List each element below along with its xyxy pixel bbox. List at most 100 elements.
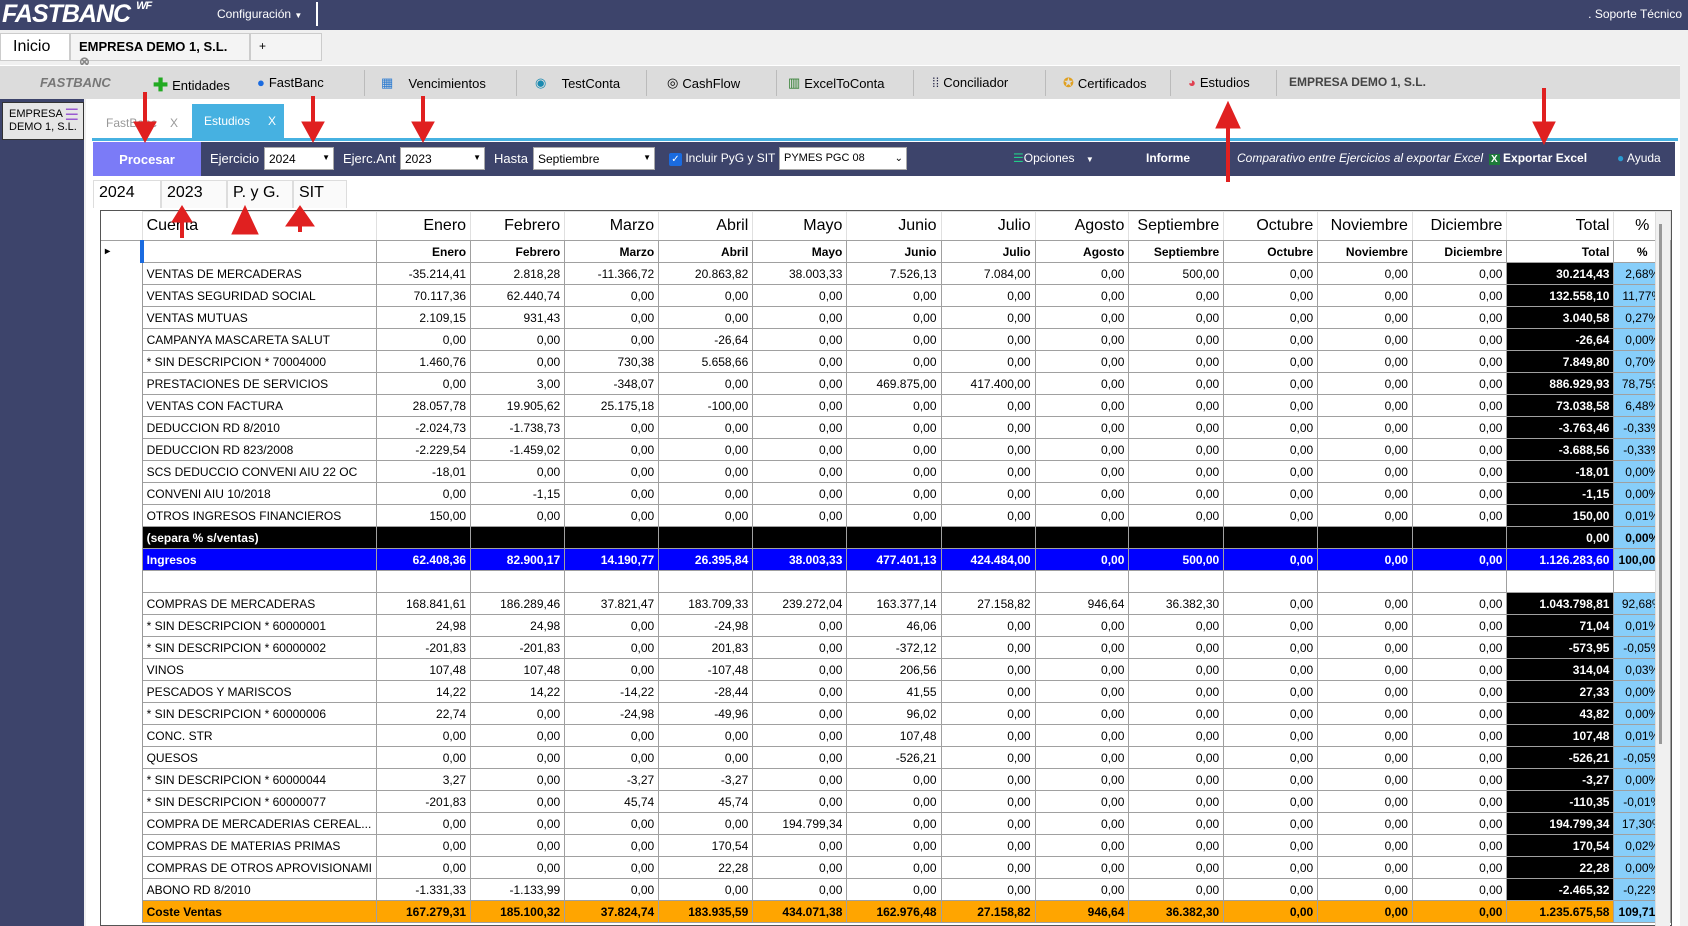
tab-inicio[interactable]: Inicio (0, 33, 70, 61)
table-row[interactable]: VENTAS MUTUAS 2.109,15 931,43 0,00 0,00 0,00 0… (101, 306, 1671, 329)
row-header[interactable] (101, 636, 143, 659)
row-header[interactable] (101, 900, 143, 923)
scrollbar-thumb[interactable] (1659, 224, 1662, 744)
row-header[interactable] (101, 746, 143, 769)
table-row[interactable]: Ingresos 62.408,36 82.900,17 14.190,77 26.39… (101, 548, 1671, 571)
table-row[interactable]: CONVENI AIU 10/2018 0,00 -1,15 0,00 0,00 0,00… (101, 482, 1671, 505)
table-row[interactable]: CONC. STR 0,00 0,00 0,00 0,00 0,00 107,48 0,00 0… (101, 724, 1671, 747)
row-header[interactable] (101, 306, 143, 329)
row-header[interactable] (101, 284, 143, 307)
column-header[interactable]: Noviembre (1317, 211, 1413, 241)
tab-sit[interactable]: SIT (293, 180, 347, 208)
ejerc-ant-select[interactable]: 2023 ▼ (400, 147, 485, 170)
close-icon[interactable]: X (268, 114, 276, 128)
table-row[interactable]: SCS DEDUCCIO CONVENI AIU 22 OC -18,01 0,00… (101, 460, 1671, 483)
table-row[interactable]: VENTAS CON FACTURA 28.057,78 19.905,62 25.1… (101, 394, 1671, 417)
row-header[interactable] (101, 460, 143, 483)
row-header[interactable] (101, 328, 143, 351)
row-header[interactable] (101, 482, 143, 505)
table-row[interactable]: PRESTACIONES DE SERVICIOS 0,00 3,00 -348,07… (101, 372, 1671, 395)
column-header[interactable]: Abril (658, 211, 754, 241)
opciones-menu[interactable]: ☰Opciones ▼ (1013, 151, 1094, 165)
column-header[interactable]: Mayo (752, 211, 848, 241)
toolbar-cashflow[interactable]: ◎ CashFlow (667, 75, 740, 91)
informe-button[interactable]: Informe (1146, 151, 1190, 165)
row-header[interactable] (101, 394, 143, 417)
row-selector-icon[interactable]: ▸ (101, 240, 143, 263)
plan-select[interactable]: PYMES PGC 08 ⌄ (779, 147, 907, 170)
incluir-pyg-checkbox[interactable]: ✓ Incluir PyG y SIT (669, 151, 775, 166)
row-header[interactable] (101, 812, 143, 835)
row-header[interactable] (101, 350, 143, 373)
tab-2023[interactable]: 2023 (161, 180, 227, 208)
column-header[interactable]: Septiembre (1128, 211, 1225, 241)
close-icon[interactable]: X (170, 116, 178, 130)
row-header[interactable] (101, 658, 143, 681)
subtab-estudios[interactable]: Estudios X (192, 104, 284, 138)
row-header[interactable] (101, 702, 143, 725)
row-header[interactable] (101, 592, 143, 615)
column-header[interactable]: Enero (375, 211, 472, 241)
exportar-excel-button[interactable]: X Exportar Excel (1489, 151, 1587, 165)
table-row[interactable]: * SIN DESCRIPCION * 60000006 22,74 0,00 -24… (101, 702, 1671, 725)
row-header[interactable] (101, 548, 143, 571)
table-row[interactable]: * SIN DESCRIPCION * 60000077 -201,83 0,00 4… (101, 790, 1671, 813)
column-header[interactable]: Junio (846, 211, 942, 241)
procesar-button[interactable]: Procesar (93, 142, 201, 176)
table-row[interactable]: OTROS INGRESOS FINANCIEROS 150,00 0,00 0,00… (101, 504, 1671, 527)
row-header[interactable] (101, 438, 143, 461)
row-header[interactable] (101, 504, 143, 527)
table-row[interactable]: ABONO RD 8/2010 -1.331,33 -1.133,99 0,00 0,0… (101, 878, 1671, 901)
configuracion-menu[interactable]: Configuración ▼ (217, 7, 302, 21)
subtab-fastbanc[interactable]: FastBanc X (104, 108, 190, 138)
company-selector[interactable]: EMPRESA DEMO 1, S.L. ☰ (2, 102, 84, 140)
column-header[interactable]: Agosto (1034, 211, 1130, 241)
tab-pyg[interactable]: P. y G. (227, 180, 293, 208)
table-row[interactable]: * SIN DESCRIPCION * 60000002 -201,83 -201,… (101, 636, 1671, 659)
table-row[interactable]: Coste Ventas 167.279,31 185.100,32 37.824,7… (101, 900, 1671, 923)
toolbar-certificados[interactable]: ✪ Certificados (1063, 75, 1147, 91)
row-header[interactable] (101, 724, 143, 747)
table-row[interactable]: CAMPANYA MASCARETA SALUT 0,00 0,00 0,00 -26,… (101, 328, 1671, 351)
row-header[interactable] (101, 834, 143, 857)
ayuda-button[interactable]: ● Ayuda (1617, 151, 1661, 165)
column-header[interactable]: Marzo (564, 211, 660, 241)
row-header[interactable] (101, 570, 143, 593)
ejercicio-select[interactable]: 2024 ▼ (264, 147, 334, 170)
row-header[interactable] (101, 790, 143, 813)
toolbar-testconta[interactable]: ◉ TestConta (535, 75, 620, 91)
row-header[interactable] (101, 856, 143, 879)
toolbar-exceltoconta[interactable]: ▥ ExcelToConta (788, 75, 885, 91)
new-tab-button[interactable]: + (250, 33, 322, 61)
toolbar-vencimientos[interactable]: ▦ Vencimientos (381, 75, 486, 91)
tab-empresa[interactable]: EMPRESA DEMO 1, S.L. ⊗ (70, 33, 250, 69)
table-row[interactable]: COMPRAS DE MATERIAS PRIMAS 0,00 0,00 0,00 17… (101, 834, 1671, 857)
column-header[interactable]: Febrero (470, 211, 566, 241)
table-row[interactable]: QUESOS 0,00 0,00 0,00 0,00 0,00 -526,21 0,00 0,0… (101, 746, 1671, 769)
row-header[interactable] (101, 680, 143, 703)
table-row[interactable]: PESCADOS Y MARISCOS 14,22 14,22 -14,22 -28,4… (101, 680, 1671, 703)
row-header[interactable] (101, 768, 143, 791)
toolbar-conciliador[interactable]: ⁞⁞ Conciliador (932, 75, 1008, 90)
table-row[interactable]: VENTAS DE MERCADERAS -35.214,41 2.818,28 -1… (101, 262, 1671, 285)
table-row[interactable]: * SIN DESCRIPCION * 60000001 24,98 24,98 0,… (101, 614, 1671, 637)
soporte-tecnico-link[interactable]: . Soporte Técnico (1588, 7, 1682, 21)
table-row[interactable]: VINOS 107,48 107,48 0,00 -107,48 0,00 206,56 0,… (101, 658, 1671, 681)
table-row[interactable]: COMPRAS DE MERCADERAS 168.841,61 186.289,4… (101, 592, 1671, 615)
table-row[interactable]: * SIN DESCRIPCION * 60000044 3,27 0,00 -3,2… (101, 768, 1671, 791)
table-row[interactable]: * SIN DESCRIPCION * 70004000 1.460,76 0,00… (101, 350, 1671, 373)
table-row[interactable]: VENTAS SEGURIDAD SOCIAL 70.117,36 62.440,7… (101, 284, 1671, 307)
table-row[interactable]: COMPRA DE MERCADERIAS CEREAL... 0,00 0,00 0… (101, 812, 1671, 835)
row-header[interactable] (101, 372, 143, 395)
row-header[interactable] (101, 614, 143, 637)
tab-2024[interactable]: 2024 (93, 180, 161, 208)
table-row[interactable]: DEDUCCION RD 8/2010 -2.024,73 -1.738,73 0,0… (101, 416, 1671, 439)
table-row[interactable]: DEDUCCION RD 823/2008 -2.229,54 -1.459,02 0… (101, 438, 1671, 461)
column-header[interactable]: Cuenta (141, 211, 377, 241)
table-row[interactable]: (separa % s/ventas) 0,00 0,00% (101, 526, 1671, 549)
toolbar-fastbanc[interactable]: ● FastBanc (257, 75, 324, 90)
table-row[interactable] (101, 570, 1671, 593)
column-header[interactable]: Octubre (1223, 211, 1319, 241)
row-header[interactable] (101, 526, 143, 549)
column-header[interactable]: Total (1506, 211, 1615, 241)
